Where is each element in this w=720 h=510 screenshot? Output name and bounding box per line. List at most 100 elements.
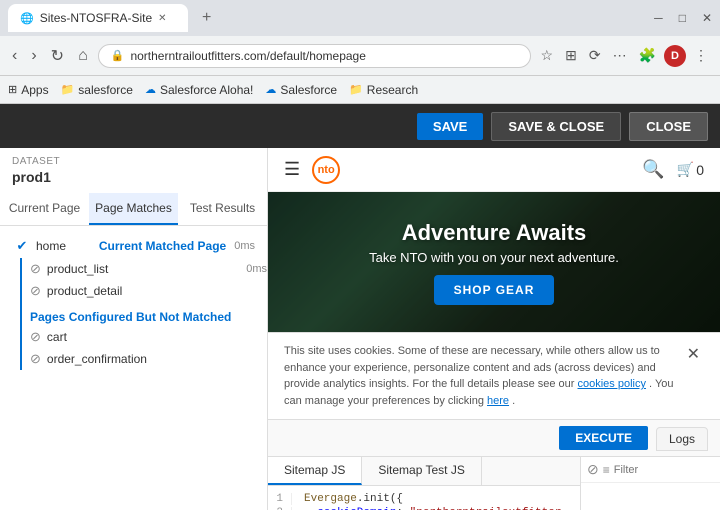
execute-button[interactable]: EXECUTE: [559, 426, 648, 450]
folder-icon2: 📁: [349, 83, 363, 96]
cloud-icon2: ☁: [265, 83, 276, 96]
tab-sitemap-test-js[interactable]: Sitemap Test JS: [362, 457, 481, 485]
code-panel: Sitemap JS Sitemap Test JS 1 Evergage.in…: [268, 457, 580, 510]
filter-icon: ≡: [603, 463, 610, 477]
bookmark-apps[interactable]: ⊞ Apps: [8, 83, 49, 97]
bottom-action-bar: EXECUTE Logs: [268, 419, 720, 457]
back-button[interactable]: ‹: [8, 45, 21, 67]
window-controls: ─ □ ✕: [654, 11, 712, 25]
line-num-1: 1: [268, 493, 292, 505]
code-section: Sitemap JS Sitemap Test JS 1 Evergage.in…: [268, 457, 720, 510]
product-list-row: ⊘ product_list 0ms: [30, 258, 267, 280]
tab-current-page[interactable]: Current Page: [0, 193, 89, 225]
dataset-name: prod1: [0, 169, 267, 193]
bookmark-salesforce-aloha-label: Salesforce Aloha!: [160, 83, 253, 97]
product-detail-label[interactable]: product_detail: [47, 284, 122, 298]
browser-tab[interactable]: 🌐 Sites-NTOSFRA-Site ✕: [8, 4, 188, 32]
tab-title: Sites-NTOSFRA-Site: [40, 11, 152, 25]
panel-tabs: Current Page Page Matches Test Results: [0, 193, 267, 226]
right-panel: ☰ nto 🔍 🛒 0 Adventure Awaits Take NTO wi…: [268, 148, 720, 510]
reload-button[interactable]: ↻: [47, 44, 68, 68]
menu-button[interactable]: ⋮: [690, 45, 712, 66]
hero-subtitle: Take NTO with you on your next adventure…: [369, 250, 619, 265]
order-confirmation-row: ⊘ order_confirmation: [30, 348, 267, 370]
star-button[interactable]: ☆: [537, 45, 558, 66]
code-content-1: Evergage.init({: [304, 493, 403, 505]
nav-bar: ‹ › ↻ ⌂ 🔒 northerntrailoutfitters.com/de…: [0, 36, 720, 76]
close-button[interactable]: CLOSE: [629, 112, 708, 141]
current-matched-header: Current Matched Page: [99, 239, 226, 253]
dataset-label: DATASET: [0, 148, 267, 169]
tab-favicon: 🌐: [20, 12, 34, 25]
code-tabs: Sitemap JS Sitemap Test JS: [268, 457, 580, 486]
time1: 0ms: [234, 240, 255, 252]
no-icon-product-detail: ⊘: [30, 283, 41, 299]
address-bar[interactable]: 🔒 northerntrailoutfitters.com/default/ho…: [98, 44, 531, 68]
new-tab-button[interactable]: +: [196, 7, 217, 29]
cart-label[interactable]: cart: [47, 330, 67, 344]
win-maximize[interactable]: □: [679, 11, 686, 25]
cookie-policy-link[interactable]: cookies policy: [578, 378, 646, 390]
settings-button[interactable]: ⋯: [609, 45, 631, 66]
win-minimize[interactable]: ─: [654, 11, 663, 25]
bookmark-salesforce-aloha[interactable]: ☁ Salesforce Aloha!: [145, 83, 253, 97]
product-detail-row: ⊘ product_detail: [30, 280, 267, 302]
nto-topbar: ☰ nto 🔍 🛒 0: [268, 148, 720, 192]
filter-input[interactable]: [614, 464, 684, 476]
cookie-period: .: [512, 395, 515, 407]
shop-gear-button[interactable]: SHOP GEAR: [434, 275, 555, 305]
app-toolbar: SAVE SAVE & CLOSE CLOSE: [0, 104, 720, 148]
bookmark-apps-label: Apps: [21, 83, 48, 97]
check-icon-home: ✔: [12, 238, 32, 254]
logs-tab[interactable]: Logs: [656, 427, 708, 451]
nto-cart[interactable]: 🛒 0: [677, 161, 704, 178]
sync-button[interactable]: ⟳: [585, 45, 605, 66]
bookmark-research-label: Research: [367, 83, 418, 97]
bookmark-salesforce1-label: salesforce: [78, 83, 133, 97]
cookie-here-link[interactable]: here: [487, 395, 509, 407]
no-icon-cart: ⊘: [30, 329, 41, 345]
bookmark-salesforce2-label: Salesforce: [280, 83, 337, 97]
extensions-button[interactable]: ⊞: [561, 45, 581, 66]
puzzle-button[interactable]: 🧩: [635, 45, 660, 66]
product-list-label[interactable]: product_list: [47, 262, 108, 276]
left-panel: DATASET prod1 Current Page Page Matches …: [0, 148, 268, 510]
no-icon-order: ⊘: [30, 351, 41, 367]
cookie-banner: This site uses cookies. Some of these ar…: [268, 332, 720, 419]
cart-icon: 🛒: [677, 161, 694, 178]
block-icon: ⊘: [587, 461, 599, 478]
not-matched-header: Pages Configured But Not Matched: [30, 308, 267, 326]
nto-search-icon[interactable]: 🔍: [642, 159, 664, 180]
bookmark-salesforce1[interactable]: 📁 salesforce: [61, 83, 133, 97]
bookmark-salesforce2[interactable]: ☁ Salesforce: [265, 83, 337, 97]
current-matched-row: ✔ home Current Matched Page 0ms: [0, 234, 267, 258]
win-close[interactable]: ✕: [702, 11, 712, 25]
bookmark-research[interactable]: 📁 Research: [349, 83, 418, 97]
main-content: DATASET prod1 Current Page Page Matches …: [0, 148, 720, 510]
user-avatar[interactable]: D: [664, 45, 686, 67]
save-close-button[interactable]: SAVE & CLOSE: [491, 112, 621, 141]
hamburger-icon[interactable]: ☰: [284, 159, 300, 180]
tab-sitemap-js[interactable]: Sitemap JS: [268, 457, 362, 485]
home-button[interactable]: ⌂: [74, 45, 92, 67]
home-page-label[interactable]: home: [36, 239, 95, 253]
tab-close-icon[interactable]: ✕: [158, 13, 166, 24]
hero-title: Adventure Awaits: [402, 220, 587, 246]
save-button[interactable]: SAVE: [417, 113, 483, 140]
bracket-section: ⊘ product_list 0ms ⊘ product_detail Page…: [20, 258, 267, 370]
tab-page-matches[interactable]: Page Matches: [89, 193, 178, 225]
code-line-2: 2 cookieDomain: "northerntrailoutfitter: [268, 506, 580, 510]
logs-tab-wrapper: Logs: [656, 431, 708, 446]
browser-chrome: 🌐 Sites-NTOSFRA-Site ✕ + ─ □ ✕ ‹ › ↻ ⌂ 🔒…: [0, 0, 720, 104]
bookmarks-bar: ⊞ Apps 📁 salesforce ☁ Salesforce Aloha! …: [0, 76, 720, 104]
nav-extras: ☆ ⊞ ⟳ ⋯ 🧩 D ⋮: [537, 45, 712, 67]
order-confirmation-label[interactable]: order_confirmation: [47, 352, 147, 366]
cloud-icon: ☁: [145, 83, 156, 96]
logs-filter-bar: ⊘ ≡: [581, 457, 720, 483]
url-text: northerntrailoutfitters.com/default/home…: [130, 49, 365, 63]
code-line-1: 1 Evergage.init({: [268, 492, 580, 506]
cookie-close-icon[interactable]: ✕: [683, 343, 704, 367]
tab-test-results[interactable]: Test Results: [178, 193, 267, 225]
code-area: 1 Evergage.init({ 2 cookieDomain: "north…: [268, 486, 580, 510]
forward-button[interactable]: ›: [27, 45, 40, 67]
